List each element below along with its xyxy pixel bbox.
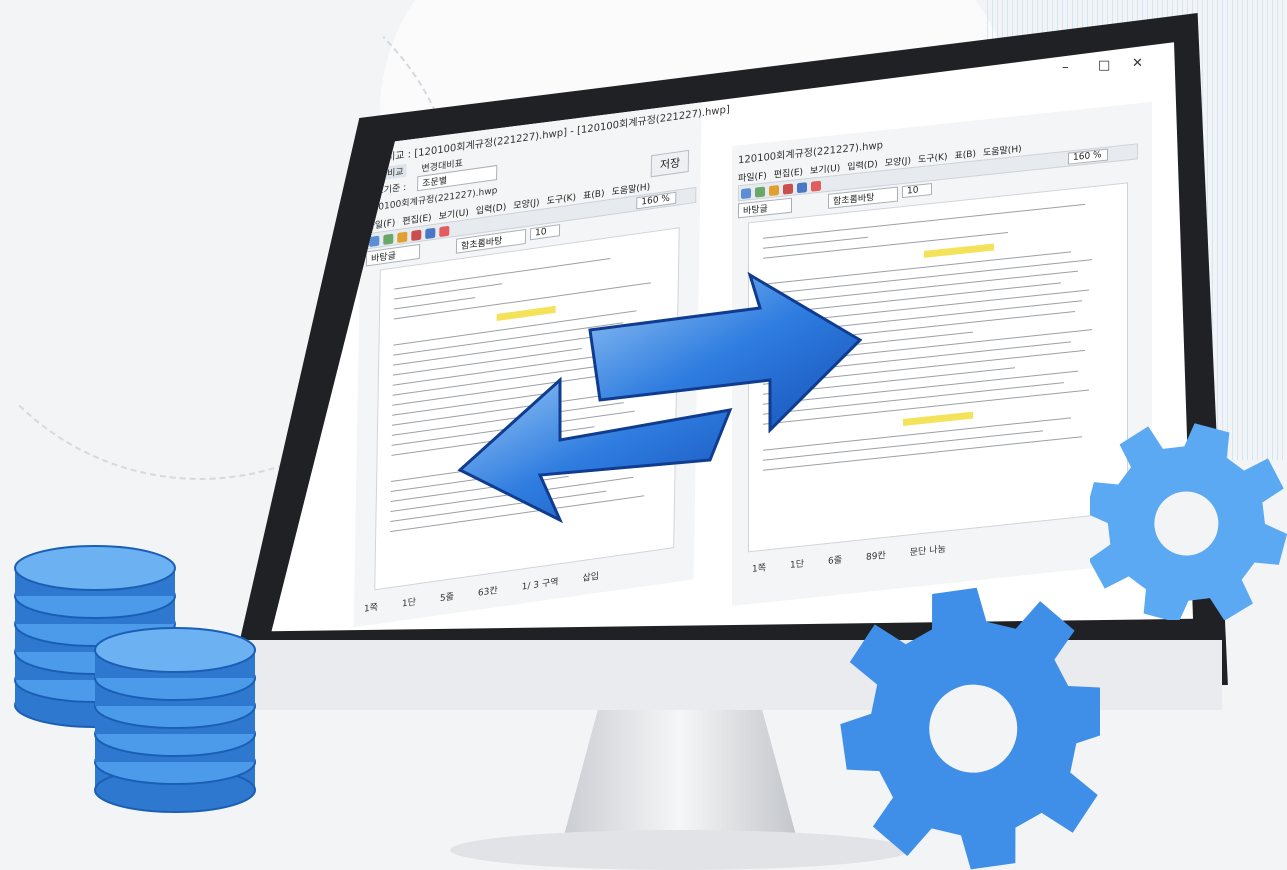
status-column: 1단 [790,559,805,571]
style-icon[interactable] [811,180,821,192]
status-column: 1단 [401,597,417,610]
monitor-stand-neck [560,690,800,850]
cut-icon[interactable] [769,185,779,197]
status-paragraph: 문단 나눔 [909,544,946,559]
status-page: 1쪽 [752,563,767,575]
close-button[interactable]: ✕ [1132,56,1143,71]
maximize-button[interactable]: □ [1098,58,1110,73]
cut-icon[interactable] [397,231,408,244]
undo-icon[interactable] [755,186,765,198]
format-icon[interactable] [797,182,807,194]
gear-icon [1090,423,1287,620]
status-section: 1/ 3 구역 [521,577,559,593]
left-size-select[interactable]: 10 [529,224,561,241]
style-icon[interactable] [439,225,450,238]
database-icon [14,545,256,813]
gear-icon [840,587,1100,870]
status-line: 5줄 [439,592,455,605]
status-page: 1쪽 [363,602,379,615]
minimize-button[interactable]: – [1062,60,1069,75]
status-char: 63칸 [477,585,498,599]
double-arrow-icon [457,271,863,524]
format-icon[interactable] [425,227,436,240]
paste-icon[interactable] [783,183,793,195]
undo-icon[interactable] [383,233,394,246]
right-size-select[interactable]: 10 [902,182,932,199]
status-insert-mode: 삽입 [582,571,600,585]
left-save-button[interactable]: 저장 [650,149,690,178]
open-icon[interactable] [741,188,751,200]
paste-icon[interactable] [411,229,422,242]
